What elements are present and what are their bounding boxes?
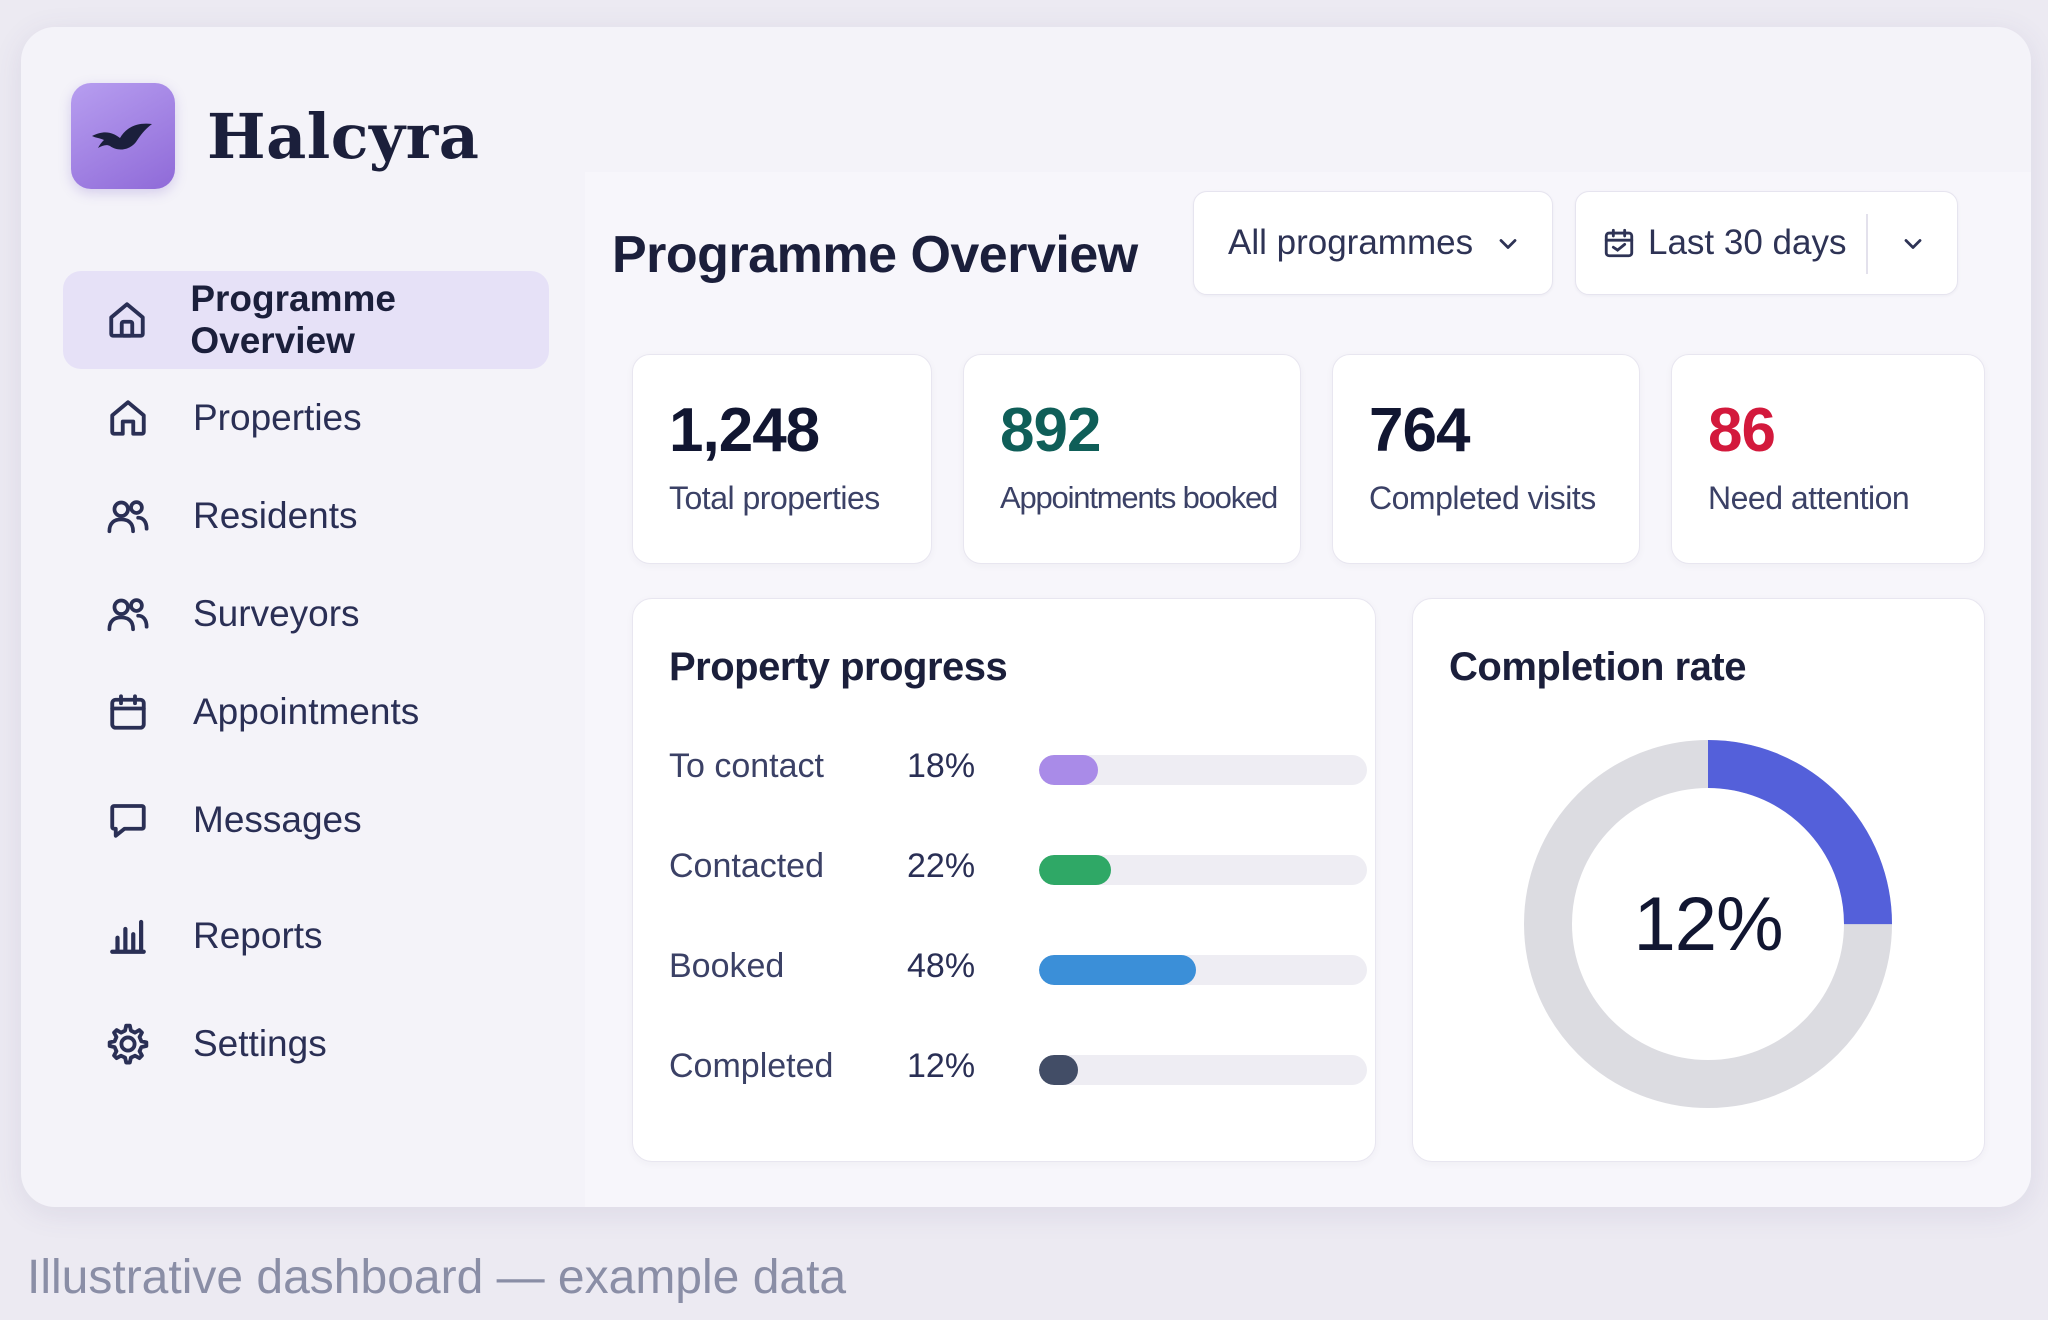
sidebar-item-appointments[interactable]: Appointments xyxy=(63,663,549,761)
sidebar-item-surveyors[interactable]: Surveyors xyxy=(63,565,549,663)
sidebar-item-label: Messages xyxy=(193,799,362,840)
progress-percent: 48% xyxy=(907,947,976,985)
chevron-down-icon xyxy=(1899,230,1927,263)
sidebar-item-label: Residents xyxy=(193,495,358,536)
sidebar-item-label: Surveyors xyxy=(193,593,360,634)
stat-value: 86 xyxy=(1708,396,1776,465)
sidebar-item-label: Programme Overview xyxy=(190,278,396,361)
progress-fill xyxy=(1039,855,1112,885)
date-range-value: Last 30 days xyxy=(1648,223,1847,262)
sidebar-item-label: Properties xyxy=(193,397,362,438)
home-icon xyxy=(105,297,148,343)
stat-label: Need attention xyxy=(1708,480,1910,516)
sidebar-item-label: Appointments xyxy=(193,691,420,732)
progress-percent: 18% xyxy=(907,747,976,785)
progress-fill xyxy=(1039,755,1099,785)
chat-icon xyxy=(105,797,151,843)
divider xyxy=(1866,214,1868,274)
progress-percent: 22% xyxy=(907,847,976,885)
progress-fill xyxy=(1039,1055,1079,1085)
calendar-icon xyxy=(1602,226,1636,260)
stat-label: Total properties xyxy=(669,480,880,516)
stat-card-need-attention[interactable]: 86 Need attention xyxy=(1671,354,1985,564)
stat-value: 892 xyxy=(1000,396,1101,465)
progress-label: Completed xyxy=(669,1047,834,1085)
progress-track xyxy=(1039,1055,1367,1085)
progress-row: Contacted 22% xyxy=(669,847,1367,887)
calendar-icon xyxy=(105,689,151,735)
chevron-down-icon xyxy=(1494,230,1522,263)
brand-name: Halcyra xyxy=(207,99,480,173)
progress-track xyxy=(1039,855,1367,885)
users-icon xyxy=(105,591,151,637)
stat-card-completed-visits[interactable]: 764 Completed visits xyxy=(1332,354,1640,564)
progress-percent: 12% xyxy=(907,1047,976,1085)
stat-label: Completed visits xyxy=(1369,480,1596,516)
panel-title: Completion rate xyxy=(1449,645,1746,689)
progress-track xyxy=(1039,755,1367,785)
panel-title: Property progress xyxy=(669,645,1008,689)
users-icon xyxy=(105,493,151,539)
stat-value: 1,248 xyxy=(669,396,820,465)
stat-card-appointments-booked[interactable]: 892 Appointments booked xyxy=(963,354,1301,564)
sidebar-item-label: Reports xyxy=(193,915,323,956)
bird-icon xyxy=(71,83,175,189)
stat-label: Appointments booked xyxy=(1000,480,1278,515)
sidebar-item-reports[interactable]: Reports xyxy=(63,887,549,985)
property-progress-panel: Property progress To contact 18% Contact… xyxy=(632,598,1376,1162)
programme-filter-value: All programmes xyxy=(1228,223,1474,262)
sidebar-item-label: Settings xyxy=(193,1023,327,1064)
progress-fill xyxy=(1039,955,1197,985)
programme-filter-dropdown[interactable]: All programmes xyxy=(1193,191,1553,295)
progress-label: Contacted xyxy=(669,847,824,885)
sidebar-item-messages[interactable]: Messages xyxy=(63,771,549,869)
progress-row: Booked 48% xyxy=(669,947,1367,987)
brand: Halcyra xyxy=(71,83,479,189)
completion-value: 12% xyxy=(1633,881,1783,967)
bar-chart-icon xyxy=(105,913,151,959)
gear-icon xyxy=(105,1021,151,1067)
home-icon xyxy=(105,395,151,441)
completion-donut: 12% xyxy=(1523,739,1893,1109)
sidebar-item-properties[interactable]: Properties xyxy=(63,369,549,467)
progress-label: Booked xyxy=(669,947,785,985)
progress-label: To contact xyxy=(669,747,824,785)
progress-track xyxy=(1039,955,1367,985)
sidebar-item-settings[interactable]: Settings xyxy=(63,995,549,1093)
sidebar-item-programme-overview[interactable]: Programme Overview xyxy=(63,271,549,369)
progress-row: Completed 12% xyxy=(669,1047,1367,1087)
page-title: Programme Overview xyxy=(612,226,1138,284)
stat-value: 764 xyxy=(1369,396,1470,465)
completion-rate-panel: Completion rate 12% xyxy=(1412,598,1985,1162)
progress-row: To contact 18% xyxy=(669,747,1367,787)
stat-card-total-properties[interactable]: 1,248 Total properties xyxy=(632,354,932,564)
caption: Illustrative dashboard — example data xyxy=(27,1251,847,1304)
date-range-dropdown[interactable]: Last 30 days xyxy=(1575,191,1958,295)
sidebar-item-residents[interactable]: Residents xyxy=(63,467,549,565)
